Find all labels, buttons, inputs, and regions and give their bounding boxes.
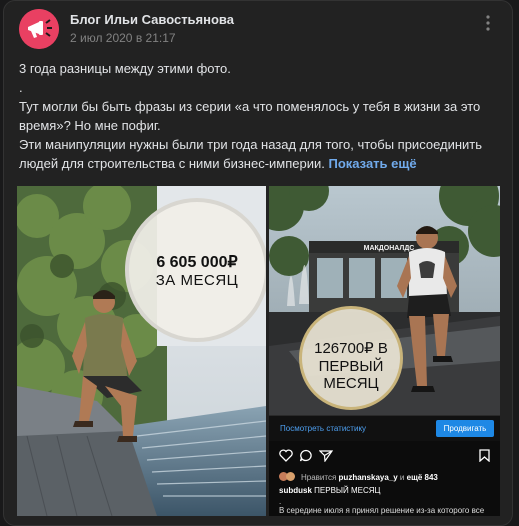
author-avatar[interactable] <box>19 9 59 49</box>
photo-left[interactable]: 6 605 000₽ ЗА МЕСЯЦ <box>17 186 266 516</box>
post-card: Блог Ильи Савостьянова 2 июл 2020 в 21:1… <box>3 0 513 526</box>
revenue-period: ЗА МЕСЯЦ <box>155 272 239 289</box>
likes-row: Нравится puzhanskaya_y и ещё 843 <box>279 472 438 482</box>
likes-more[interactable]: ещё 843 <box>407 473 438 482</box>
post-text: 3 года разницы между этими фото. . Тут м… <box>19 59 499 173</box>
instagram-stats-bar: Посмотреть статистику Продвигать <box>269 415 500 441</box>
more-options-button[interactable] <box>478 13 498 33</box>
revenue-badge-left: 6 605 000₽ ЗА МЕСЯЦ <box>125 198 266 342</box>
caption-row: subdusk ПЕРВЫЙ МЕСЯЦ <box>279 486 380 495</box>
liker-avatars <box>279 472 297 481</box>
likes-user[interactable]: puzhanskaya_y <box>339 473 398 482</box>
caption-continued: В середине июля я принял решение из-за к… <box>279 506 485 515</box>
caption-text: ПЕРВЫЙ МЕСЯЦ <box>314 486 381 495</box>
revenue-badge-right: 126700₽ В ПЕРВЫЙ МЕСЯЦ <box>299 306 403 410</box>
photo-attachments: 6 605 000₽ ЗА МЕСЯЦ МАКДОНАЛДС 126700₽ В… <box>17 186 500 516</box>
revenue-amount: 6 605 000₽ <box>156 254 238 271</box>
post-text-line: . <box>19 80 23 95</box>
megaphone-logo-icon <box>19 9 59 49</box>
instagram-post-footer: Нравится puzhanskaya_y и ещё 843 subdusk… <box>269 441 500 516</box>
comment-icon[interactable] <box>299 449 313 462</box>
post-date[interactable]: 2 июл 2020 в 21:17 <box>70 31 176 45</box>
likes-prefix: Нравится <box>301 473 337 482</box>
author-name[interactable]: Блог Ильи Савостьянова <box>70 12 234 27</box>
bookmark-icon[interactable] <box>479 449 490 462</box>
revenue-amount: 126700₽ В <box>314 340 388 357</box>
promote-button[interactable]: Продвигать <box>436 420 494 437</box>
view-stats-link[interactable]: Посмотреть статистику <box>280 424 366 433</box>
caption-dot: . <box>279 497 282 506</box>
revenue-period-2: МЕСЯЦ <box>323 375 379 392</box>
share-icon[interactable] <box>319 449 333 462</box>
post-text-line: 3 года разницы между этими фото. <box>19 61 231 76</box>
caption-user[interactable]: subdusk <box>279 486 312 495</box>
heart-icon[interactable] <box>279 449 293 462</box>
instagram-action-icons <box>279 449 490 463</box>
post-text-line: Эти манипуляции нужны были три года наза… <box>19 135 499 173</box>
revenue-period: ПЕРВЫЙ <box>318 358 384 375</box>
likes-and: и <box>399 473 405 482</box>
restaurant-sign: МАКДОНАЛДС <box>364 245 415 252</box>
more-vertical-icon <box>486 15 490 31</box>
show-more-link[interactable]: Показать ещё <box>328 156 416 171</box>
post-text-line: Тут могли бы быть фразы из серии «а что … <box>19 99 484 133</box>
